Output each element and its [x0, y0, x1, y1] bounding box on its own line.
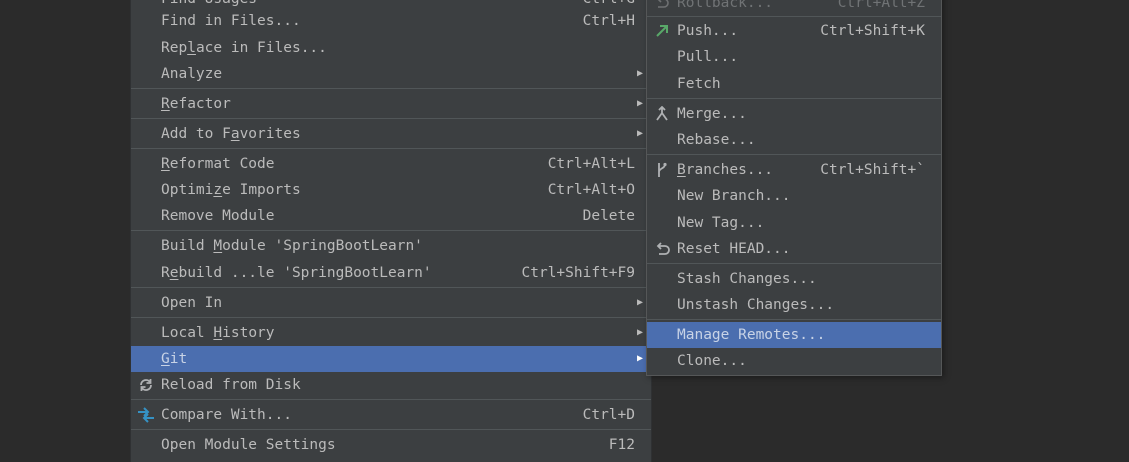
menu-separator — [131, 287, 651, 288]
menu-item-label: Add to Favorites — [161, 126, 301, 142]
menu-item-label: Manage Remotes... — [677, 327, 826, 343]
menu-item-git[interactable]: Git ▶ — [131, 346, 651, 372]
menu-item-label: Pull... — [677, 49, 739, 65]
submenu-arrow-icon: ▶ — [636, 353, 643, 364]
menu-item-rollback[interactable]: Rollback... Ctrl+Alt+Z — [647, 0, 941, 16]
menu-item-local-history[interactable]: Local History ▶ — [131, 320, 651, 346]
menu-item-compare-with[interactable]: Compare With... Ctrl+D — [131, 402, 651, 428]
menu-item-analyze[interactable]: Analyze ▶ — [131, 61, 651, 87]
menu-item-remove-module[interactable]: Remove Module Delete — [131, 203, 651, 229]
menu-separator — [647, 154, 941, 155]
rollback-icon — [653, 0, 671, 16]
menu-item-reload-from-disk[interactable]: Reload from Disk — [131, 372, 651, 398]
menu-item-label: Build Module 'SpringBootLearn' — [161, 238, 423, 254]
menu-item-open-in[interactable]: Open In ▶ — [131, 290, 651, 316]
menu-item-unstash-changes[interactable]: Unstash Changes... — [647, 292, 941, 318]
menu-item-reset-head[interactable]: Reset HEAD... — [647, 236, 941, 262]
menu-item-branches[interactable]: Branches... Ctrl+Shift+` — [647, 157, 941, 183]
menu-item-label: Replace in Files... — [161, 40, 327, 56]
menu-item-shortcut: Ctrl+Shift+K — [820, 23, 925, 39]
menu-item-rebuild-module[interactable]: Rebuild ...le 'SpringBootLearn' Ctrl+Shi… — [131, 260, 651, 286]
menu-item-shortcut: Ctrl+Alt+L — [547, 156, 635, 172]
menu-separator — [131, 230, 651, 231]
menu-item-push[interactable]: Push... Ctrl+Shift+K — [647, 18, 941, 44]
menu-item-pull[interactable]: Pull... — [647, 44, 941, 70]
menu-item-add-to-favorites[interactable]: Add to Favorites ▶ — [131, 121, 651, 147]
menu-item-shortcut: Ctrl+H — [582, 13, 635, 29]
menu-item-rebase[interactable]: Rebase... — [647, 127, 941, 153]
menu-item-shortcut: Delete — [582, 208, 635, 224]
menu-item-label: Local History — [161, 325, 275, 341]
menu-item-label: Reload from Disk — [161, 377, 301, 393]
menu-separator — [647, 319, 941, 320]
menu-item-label: Optimize Imports — [161, 182, 301, 198]
menu-item-manage-remotes[interactable]: Manage Remotes... — [647, 322, 941, 348]
menu-item-merge[interactable]: Merge... — [647, 101, 941, 127]
menu-item-shortcut: Ctrl+Alt+O — [547, 182, 635, 198]
reload-icon — [137, 372, 155, 398]
menu-item-label: New Tag... — [677, 215, 765, 231]
compare-icon — [137, 402, 155, 428]
branches-icon — [653, 157, 671, 183]
menu-item-fetch[interactable]: Fetch — [647, 71, 941, 97]
menu-item-label: Reformat Code — [161, 156, 275, 172]
menu-item-label: Open Module Settings — [161, 437, 336, 453]
menu-item-shortcut: Ctrl+Shift+` — [820, 162, 925, 178]
menu-item-label: Unstash Changes... — [677, 297, 835, 313]
menu-item-open-module-settings[interactable]: Open Module Settings F12 — [131, 432, 651, 458]
menu-item-label: Compare With... — [161, 407, 292, 423]
menu-separator — [131, 148, 651, 149]
menu-item-label: Analyze — [161, 66, 223, 82]
menu-item-label: Remove Module — [161, 208, 275, 224]
menu-separator — [647, 98, 941, 99]
git-submenu: Rollback... Ctrl+Alt+Z Push... Ctrl+Shif… — [646, 0, 942, 376]
menu-item-find-in-files[interactable]: Find in Files... Ctrl+H — [131, 8, 651, 34]
menu-item-build-module[interactable]: Build Module 'SpringBootLearn' — [131, 233, 651, 259]
push-icon — [653, 18, 671, 44]
menu-item-new-tag[interactable]: New Tag... — [647, 210, 941, 236]
menu-item-label: Clone... — [677, 353, 747, 369]
menu-item-label: Open In — [161, 295, 223, 311]
menu-item-shortcut: Ctrl+D — [582, 407, 635, 423]
menu-item-label: Push... — [677, 23, 739, 39]
menu-item-new-branch[interactable]: New Branch... — [647, 183, 941, 209]
menu-item-refactor[interactable]: Refactor ▶ — [131, 91, 651, 117]
submenu-arrow-icon: ▶ — [636, 68, 643, 79]
project-context-menu: Find Usages Ctrl+G Find in Files... Ctrl… — [130, 0, 652, 462]
menu-item-shortcut: Ctrl+Alt+Z — [837, 0, 925, 11]
submenu-arrow-icon: ▶ — [636, 297, 643, 308]
menu-item-label: Branches... — [677, 162, 774, 178]
menu-item-reformat-code[interactable]: Reformat Code Ctrl+Alt+L — [131, 151, 651, 177]
submenu-arrow-icon: ▶ — [636, 98, 643, 109]
merge-icon — [653, 101, 671, 127]
menu-item-label: Reset HEAD... — [677, 241, 791, 257]
submenu-arrow-icon: ▶ — [636, 128, 643, 139]
menu-item-replace-in-files[interactable]: Replace in Files... — [131, 35, 651, 61]
menu-separator — [131, 399, 651, 400]
menu-separator — [131, 88, 651, 89]
menu-item-label: Rebuild ...le 'SpringBootLearn' — [161, 265, 432, 281]
reset-icon — [653, 236, 671, 262]
menu-item-optimize-imports[interactable]: Optimize Imports Ctrl+Alt+O — [131, 177, 651, 203]
menu-item-label: Fetch — [677, 76, 721, 92]
menu-item-label: Stash Changes... — [677, 271, 817, 287]
menu-item-label: Refactor — [161, 96, 231, 112]
menu-separator — [647, 263, 941, 264]
menu-item-label: Merge... — [677, 106, 747, 122]
menu-separator — [131, 118, 651, 119]
menu-separator — [131, 429, 651, 430]
menu-item-stash-changes[interactable]: Stash Changes... — [647, 266, 941, 292]
menu-separator — [647, 16, 941, 17]
menu-item-label: Find in Files... — [161, 13, 301, 29]
menu-item-label: Rollback... — [677, 0, 774, 11]
menu-item-shortcut: F12 — [608, 437, 635, 453]
menu-item-label: Rebase... — [677, 132, 756, 148]
menu-item-clone[interactable]: Clone... — [647, 348, 941, 374]
menu-item-label: Git — [161, 351, 188, 367]
menu-item-label: New Branch... — [677, 188, 791, 204]
menu-separator — [131, 317, 651, 318]
menu-item-shortcut: Ctrl+Shift+F9 — [521, 265, 636, 281]
submenu-arrow-icon: ▶ — [636, 327, 643, 338]
